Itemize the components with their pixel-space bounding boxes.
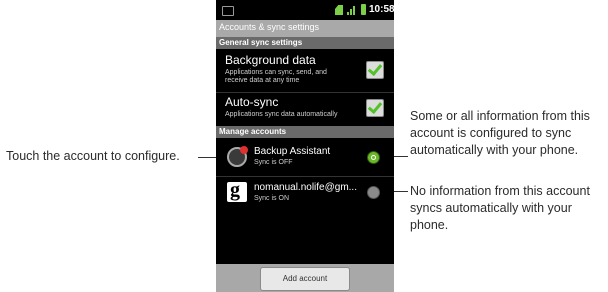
callout-no-sync: No information from this account syncs a… bbox=[410, 184, 590, 232]
manage-accounts-header: Manage accounts bbox=[216, 126, 394, 138]
title-bar: Accounts & sync settings bbox=[216, 20, 394, 37]
general-sync-header: General sync settings bbox=[216, 37, 394, 49]
sync-enabled-icon bbox=[367, 151, 380, 164]
account-name: nomanual.nolife@gm... bbox=[254, 182, 357, 193]
battery-icon bbox=[361, 4, 366, 15]
manage-accounts-header-label: Manage accounts bbox=[219, 127, 287, 136]
background-data-checkbox[interactable] bbox=[366, 60, 384, 79]
callout-touch-account: Touch the account to configure. bbox=[6, 149, 180, 163]
status-bar: 10:58 bbox=[216, 0, 394, 20]
checkmark-icon bbox=[367, 98, 383, 115]
auto-sync-title: Auto-sync bbox=[225, 95, 279, 109]
account-name: Backup Assistant bbox=[254, 146, 331, 157]
google-icon: g bbox=[227, 179, 247, 202]
checkmark-icon bbox=[367, 60, 383, 77]
status-time: 10:58 bbox=[369, 4, 394, 15]
auto-sync-checkbox[interactable] bbox=[366, 98, 384, 117]
account-sync-status: Sync is ON bbox=[254, 195, 290, 202]
divider bbox=[216, 176, 394, 177]
account-sync-status: Sync is OFF bbox=[254, 159, 293, 166]
backup-assistant-icon bbox=[227, 146, 248, 167]
notification-icon bbox=[222, 6, 234, 16]
background-data-title: Background data bbox=[225, 53, 316, 67]
sync-disabled-icon bbox=[367, 186, 380, 199]
divider bbox=[216, 92, 394, 93]
account-row-backup-assistant[interactable]: Backup Assistant Sync is OFF bbox=[216, 143, 394, 179]
page-title: Accounts & sync settings bbox=[219, 22, 320, 32]
add-account-button[interactable]: Add account bbox=[260, 267, 350, 291]
phone-screen: 10:58 Accounts & sync settings General s… bbox=[216, 0, 394, 292]
background-data-setting[interactable]: Background data Applications can sync, s… bbox=[216, 53, 394, 93]
signal-icon bbox=[347, 4, 357, 15]
background-data-subtitle: Applications can sync, send, and receive… bbox=[225, 69, 327, 84]
bottom-bar: Add account bbox=[216, 264, 394, 292]
account-row-google[interactable]: g nomanual.nolife@gm... Sync is ON bbox=[216, 179, 394, 215]
callout-partial-sync: Some or all information from this accoun… bbox=[410, 109, 590, 157]
auto-sync-subtitle: Applications sync data automatically bbox=[225, 111, 338, 118]
general-sync-header-label: General sync settings bbox=[219, 38, 303, 47]
auto-sync-setting[interactable]: Auto-sync Applications sync data automat… bbox=[216, 95, 394, 125]
network-icon bbox=[335, 5, 343, 15]
